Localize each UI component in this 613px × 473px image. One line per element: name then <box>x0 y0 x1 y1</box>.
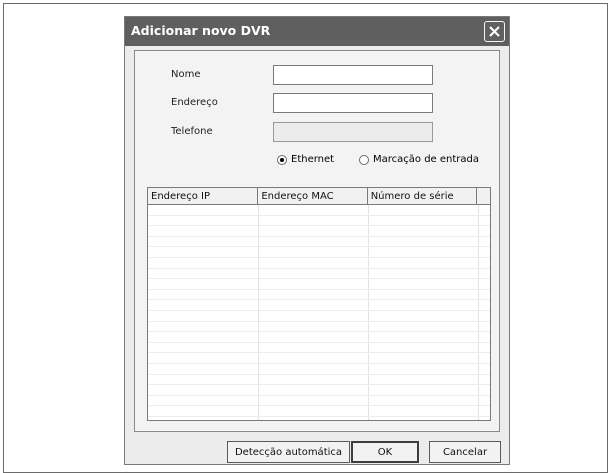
auto-detect-button[interactable]: Detecção automática <box>227 441 350 463</box>
list-row-empty <box>148 311 490 322</box>
column-header-serial[interactable]: Número de série <box>367 188 478 205</box>
list-row-empty <box>148 237 490 248</box>
list-row-empty <box>148 322 490 333</box>
list-row-empty <box>148 290 490 301</box>
close-button[interactable] <box>484 21 505 42</box>
list-row-empty <box>148 205 490 216</box>
list-rows <box>148 205 490 420</box>
column-header-filler <box>477 188 490 205</box>
dialog-title: Adicionar novo DVR <box>131 23 271 38</box>
phone-label: Telefone <box>171 126 213 137</box>
ok-button[interactable]: OK <box>351 441 419 463</box>
list-row-empty <box>148 353 490 364</box>
list-row-empty <box>148 279 490 290</box>
ethernet-radio[interactable] <box>277 154 287 165</box>
add-dvr-dialog: Adicionar novo DVR Nome Endereço Telefon… <box>124 16 510 465</box>
address-label: Endereço <box>171 97 218 108</box>
name-label: Nome <box>171 69 201 80</box>
list-row-empty <box>148 385 490 396</box>
list-row-empty <box>148 226 490 237</box>
list-row-empty <box>148 300 490 311</box>
list-row-empty <box>148 247 490 258</box>
list-row-empty <box>148 343 490 354</box>
address-field[interactable] <box>273 93 433 113</box>
list-row-empty <box>148 375 490 386</box>
name-field[interactable] <box>273 65 433 85</box>
close-icon <box>489 26 500 37</box>
title-bar[interactable]: Adicionar novo DVR <box>125 17 509 46</box>
dial-in-label: Marcação de entrada <box>373 154 480 165</box>
list-row-empty <box>148 258 490 269</box>
column-header-ip[interactable]: Endereço IP <box>148 188 259 205</box>
dial-in-option[interactable]: Marcação de entrada <box>359 154 479 165</box>
cancel-button[interactable]: Cancelar <box>429 441 501 463</box>
ethernet-label: Ethernet <box>291 154 335 165</box>
list-row-empty <box>148 396 490 407</box>
column-header-mac[interactable]: Endereço MAC <box>258 188 368 205</box>
list-row-empty <box>148 216 490 227</box>
phone-field <box>273 122 433 142</box>
dialog-body: Nome Endereço Telefone Ethernet Marcação… <box>134 50 500 432</box>
dial-in-radio[interactable] <box>359 154 369 165</box>
list-row-empty <box>148 406 490 417</box>
list-header: Endereço IP Endereço MAC Número de série <box>148 188 490 205</box>
list-row-empty <box>148 269 490 280</box>
list-row-empty <box>148 364 490 375</box>
list-row-empty <box>148 332 490 343</box>
ethernet-option[interactable]: Ethernet <box>277 154 334 165</box>
device-list[interactable]: Endereço IP Endereço MAC Número de série <box>147 187 491 421</box>
